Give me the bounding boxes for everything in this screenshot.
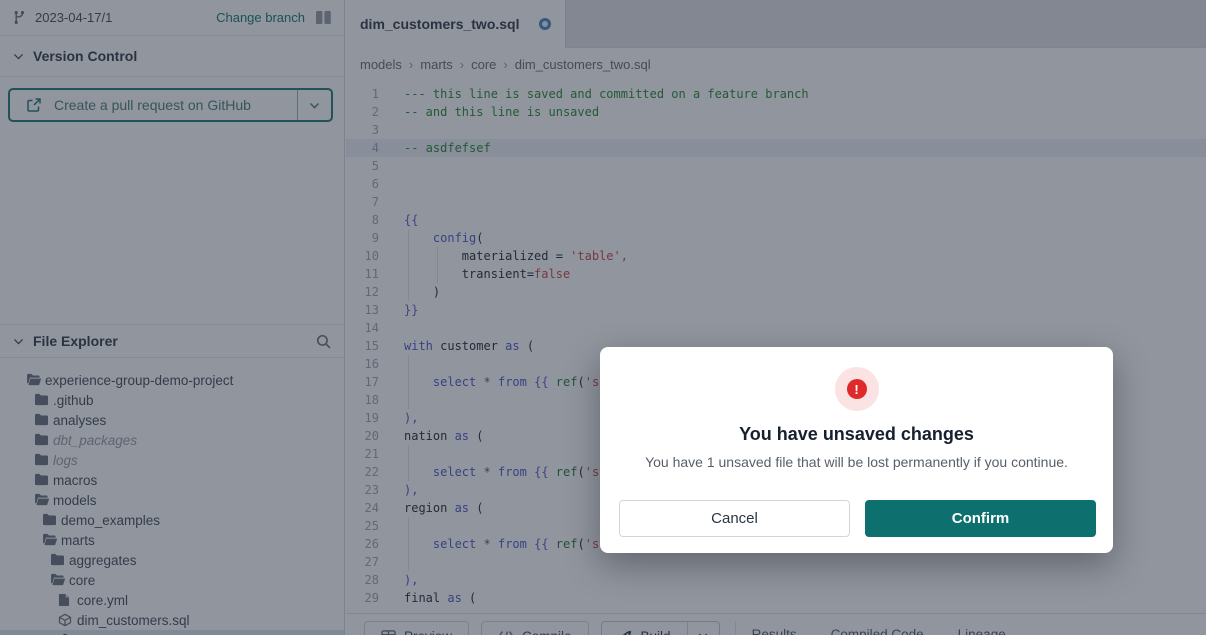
dialog-message: You have 1 unsaved file that will be los… [600, 454, 1113, 470]
dialog-actions: Cancel Confirm [619, 500, 1096, 537]
alert-exclamation-icon: ! [847, 379, 867, 399]
dbt-cloud-ide: 2023-04-17/1 Change branch Version Contr… [0, 0, 1206, 635]
cancel-button[interactable]: Cancel [619, 500, 850, 537]
confirm-button[interactable]: Confirm [865, 500, 1096, 537]
unsaved-changes-dialog: ! You have unsaved changes You have 1 un… [600, 347, 1113, 553]
warning-halo: ! [835, 367, 879, 411]
dialog-title: You have unsaved changes [600, 424, 1113, 445]
